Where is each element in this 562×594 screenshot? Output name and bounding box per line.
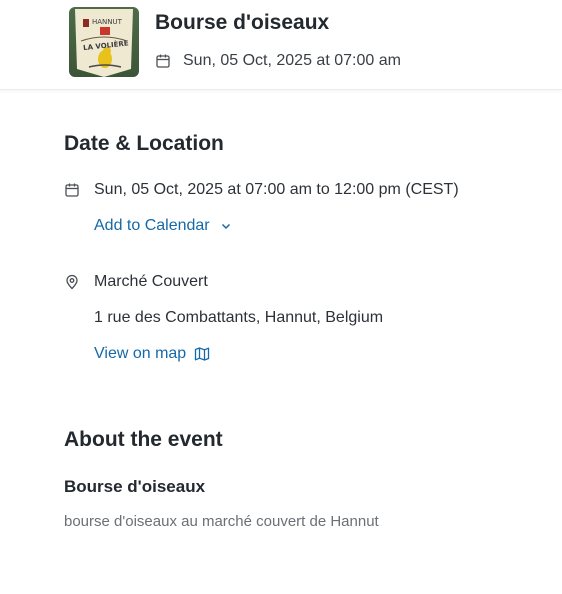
event-poster-icon: HANNUT LA VOLIÈRE (69, 7, 139, 77)
calendar-icon (155, 53, 171, 69)
event-title: Bourse d'oiseaux (155, 11, 330, 34)
view-on-map-link[interactable]: View on map (94, 343, 210, 365)
event-header: HANNUT LA VOLIÈRE Bourse d'oiseaux Sun, … (0, 0, 562, 90)
header-date: Sun, 05 Oct, 2025 at 07:00 am (155, 50, 401, 72)
add-to-calendar-label: Add to Calendar (94, 217, 210, 234)
map-pin-icon (64, 274, 80, 290)
thumbnail-text-top: HANNUT (92, 18, 123, 26)
datetime-text: Sun, 05 Oct, 2025 at 07:00 am to 12:00 p… (94, 181, 459, 198)
about-event-heading: About the event (64, 428, 223, 451)
about-event-description: bourse d'oiseaux au marché couvert de Ha… (64, 513, 379, 530)
map-icon (194, 346, 210, 362)
venue-name: Marché Couvert (94, 273, 208, 290)
date-location-heading: Date & Location (64, 132, 224, 155)
header-date-text: Sun, 05 Oct, 2025 at 07:00 am (183, 52, 401, 69)
add-to-calendar-button[interactable]: Add to Calendar (94, 215, 234, 237)
view-on-map-label: View on map (94, 345, 187, 362)
venue-address: 1 rue des Combattants, Hannut, Belgium (94, 309, 384, 326)
event-thumbnail[interactable]: HANNUT LA VOLIÈRE (69, 7, 139, 77)
datetime-row: Sun, 05 Oct, 2025 at 07:00 am to 12:00 p… (64, 179, 459, 201)
calendar-icon (64, 182, 80, 198)
chevron-down-icon (218, 218, 234, 234)
venue-row: Marché Couvert (64, 271, 208, 293)
about-event-subtitle: Bourse d'oiseaux (64, 477, 206, 496)
